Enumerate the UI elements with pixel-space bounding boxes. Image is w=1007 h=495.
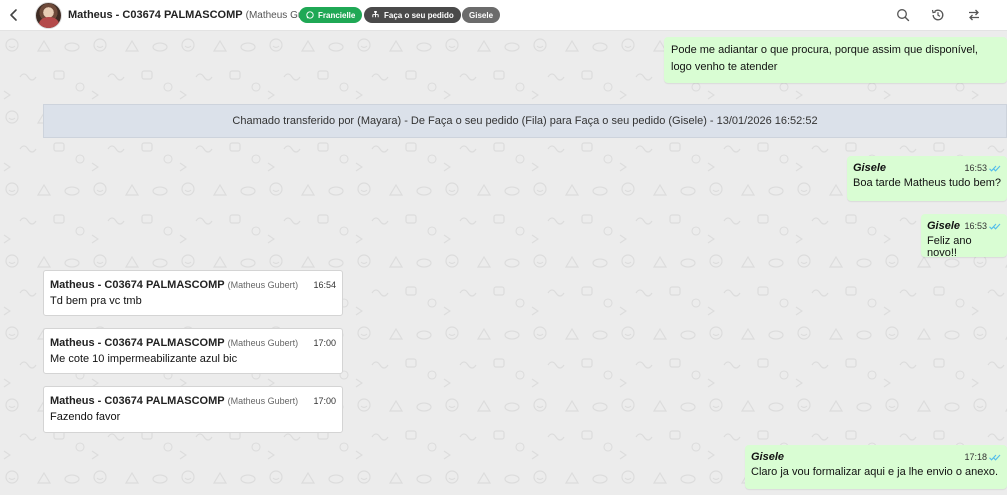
transfer-notice: Chamado transferido por (Mayara) - De Fa… xyxy=(43,104,1007,138)
chat-area[interactable]: Pode me adiantar o que procura, porque a… xyxy=(0,31,1007,495)
message-sender: Gisele xyxy=(853,162,887,174)
message-sender-sub: (Matheus Gubert) xyxy=(227,338,299,348)
read-check-icon xyxy=(989,223,1001,230)
read-check-icon xyxy=(989,165,1001,172)
tag-agent[interactable]: Gisele xyxy=(462,7,501,23)
message-sender: Matheus - C03674 PALMASCOMP xyxy=(50,395,225,407)
whatsapp-icon xyxy=(306,11,314,19)
message-incoming[interactable]: Matheus - C03674 PALMASCOMP (Matheus Gube… xyxy=(43,328,343,374)
chat-header: Matheus - C03674 PALMASCOMP (Matheus Gube… xyxy=(0,0,1007,31)
message-sender: Matheus - C03674 PALMASCOMP xyxy=(50,279,225,291)
message-text: Pode me adiantar o que procura, porque a… xyxy=(671,44,978,56)
transfer-icon[interactable] xyxy=(967,8,981,22)
message-outgoing[interactable]: Pode me adiantar o que procura, porque a… xyxy=(664,37,1007,83)
message-time: 17:18 xyxy=(964,452,987,462)
message-text: logo venho te atender xyxy=(671,61,778,73)
message-sender: Gisele xyxy=(751,451,785,463)
avatar[interactable] xyxy=(35,2,62,29)
message-time: 16:54 xyxy=(313,280,336,290)
message-text: Me cote 10 impermeabilizante azul bic xyxy=(50,353,238,365)
message-incoming[interactable]: Matheus - C03674 PALMASCOMP (Matheus Gube… xyxy=(43,386,343,433)
message-sender: Gisele xyxy=(927,220,961,232)
message-text: Feliz ano novo!! xyxy=(927,235,972,259)
tag-label: Francielle xyxy=(318,10,356,20)
message-time: 17:00 xyxy=(313,396,336,406)
tag-label: Gisele xyxy=(469,10,494,20)
message-text: Fazendo favor xyxy=(50,411,121,423)
message-text: Claro ja vou formalizar aqui e ja lhe en… xyxy=(751,466,999,478)
message-sender-sub: (Matheus Gubert) xyxy=(227,396,299,406)
back-arrow-icon[interactable] xyxy=(7,8,21,22)
transfer-notice-text: Chamado transferido por (Mayara) - De Fa… xyxy=(232,115,818,127)
message-incoming[interactable]: Matheus - C03674 PALMASCOMP (Matheus Gube… xyxy=(43,270,343,316)
message-sender: Matheus - C03674 PALMASCOMP xyxy=(50,337,225,349)
tag-queue[interactable]: Faça o seu pedido xyxy=(364,7,461,23)
contact-title[interactable]: Matheus - C03674 PALMASCOMP (Matheus Gube… xyxy=(68,9,324,21)
message-time: 16:53 xyxy=(964,221,987,231)
message-sender-sub: (Matheus Gubert) xyxy=(227,280,299,290)
history-icon[interactable] xyxy=(931,8,945,22)
message-text: Td bem pra vc tmb xyxy=(50,295,142,307)
contact-name: Matheus - C03674 PALMASCOMP xyxy=(68,9,243,21)
tag-francielle[interactable]: Francielle xyxy=(299,7,363,23)
search-icon[interactable] xyxy=(896,8,910,22)
message-text: Boa tarde Matheus tudo bem? xyxy=(853,177,1001,189)
message-outgoing[interactable]: Gisele 16:53 Feliz ano novo!! xyxy=(921,214,1007,259)
message-outgoing[interactable]: Gisele 17:18 Claro ja vou formalizar aqu… xyxy=(745,445,1007,489)
tag-label: Faça o seu pedido xyxy=(384,10,454,20)
message-outgoing[interactable]: Gisele 16:53 Boa tarde Matheus tudo bem? xyxy=(847,156,1007,201)
message-time: 16:53 xyxy=(964,163,987,173)
queue-icon xyxy=(372,11,379,18)
read-check-icon xyxy=(989,454,1001,461)
message-time: 17:00 xyxy=(313,338,336,348)
